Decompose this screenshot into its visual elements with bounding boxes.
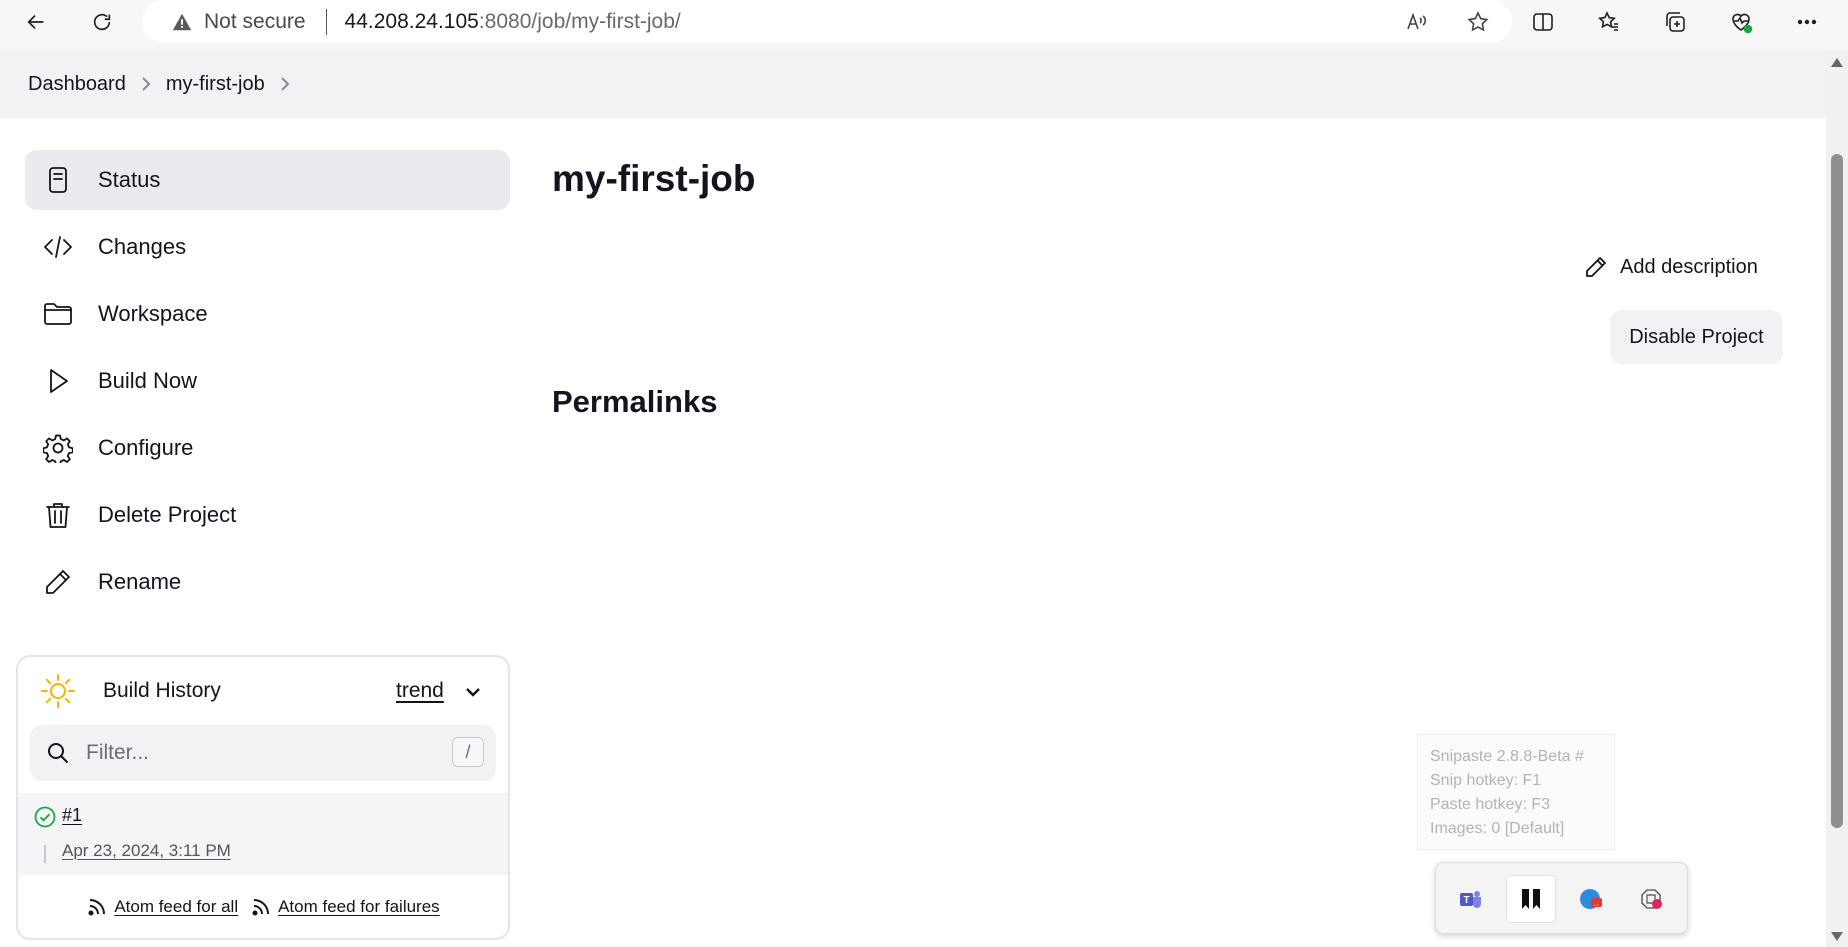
star-icon[interactable] [1466, 10, 1490, 34]
build-row: #1 Apr 23, 2024, 3:11 PM [18, 793, 508, 875]
trash-icon [43, 500, 73, 530]
sidebar-item-status[interactable]: Status [25, 150, 510, 210]
add-description-label: Add description [1620, 255, 1758, 278]
sidebar-item-rename[interactable]: Rename [25, 552, 510, 612]
browser-toolbar: Not secure 44.208.24.105:8080/job/my-fir… [0, 0, 1848, 43]
sidebar-item-label: Configure [98, 435, 194, 460]
build-history-card: Build History trend / #1 Apr 23, 2024, 3… [16, 655, 510, 940]
page-title: my-first-job [552, 158, 756, 199]
refresh-icon [93, 13, 111, 31]
scroll-up-arrow[interactable] [1831, 58, 1843, 67]
scrollbar[interactable] [1826, 50, 1848, 947]
keyboard-shortcut-badge: / [452, 737, 484, 767]
gear-icon [43, 433, 73, 463]
url-path[interactable]: :8080/job/my-first-job/ [479, 10, 681, 34]
sidebar-item-label: Changes [98, 234, 187, 259]
build-history-title: Build History [103, 679, 221, 702]
chevron-right-icon[interactable] [265, 76, 305, 92]
teams-tray-icon[interactable]: T [1446, 875, 1496, 923]
sidebar-item-build-now[interactable]: Build Now [25, 351, 510, 411]
atom-feed-failures-label: Atom feed for failures [278, 897, 440, 916]
tooltip-line: Images: 0 [Default] [1430, 820, 1565, 837]
warning-icon [170, 10, 194, 34]
snipaste-tooltip: Snipaste 2.8.8-Beta # Snip hotkey: F1 Pa… [1417, 734, 1615, 850]
pencil-icon [1586, 257, 1606, 277]
tooltip-line: Snipaste 2.8.8-Beta # [1430, 748, 1584, 765]
build-number-link[interactable]: #1 [62, 805, 82, 826]
favorites-icon [1598, 10, 1618, 31]
favorites-button[interactable] [1596, 9, 1622, 35]
sidebar-item-workspace[interactable]: Workspace [25, 284, 510, 344]
address-divider [325, 8, 327, 35]
snipaste-tray-icon[interactable] [1506, 875, 1556, 923]
atom-feed-failures-link[interactable]: Atom feed for failures [250, 896, 440, 918]
chevron-down-icon[interactable] [462, 681, 484, 703]
success-check-icon [34, 806, 56, 828]
add-description-button[interactable]: Add description [1584, 255, 1758, 279]
not-secure-label[interactable]: Not secure [204, 10, 306, 34]
sidebar-item-label: Workspace [98, 301, 208, 326]
disable-project-button[interactable]: Disable Project [1610, 310, 1783, 364]
split-screen-button[interactable] [1530, 9, 1556, 35]
trend-link[interactable]: trend [396, 679, 444, 703]
collections-icon [1666, 11, 1685, 32]
scroll-down-arrow[interactable] [1831, 932, 1843, 941]
chevron-right-icon[interactable] [126, 76, 166, 92]
atom-feed-all-link[interactable]: Atom feed for all [86, 896, 238, 918]
sidebar-item-changes[interactable]: Changes [25, 217, 510, 277]
svg-text:…: … [1593, 901, 1600, 908]
more-menu-button[interactable] [1794, 9, 1820, 35]
address-bar[interactable]: Not secure 44.208.24.105:8080/job/my-fir… [142, 0, 1512, 43]
collections-button[interactable] [1662, 9, 1688, 35]
copilot-tray-icon[interactable] [1626, 875, 1676, 923]
browser-essentials-button[interactable] [1728, 9, 1754, 35]
split-screen-icon [1533, 12, 1553, 31]
sidebar-item-label: Status [98, 167, 161, 192]
sidebar-item-label: Delete Project [98, 502, 237, 527]
sidebar-item-delete-project[interactable]: Delete Project [25, 485, 510, 545]
breadcrumb: Dashboard my-first-job [0, 50, 1826, 118]
filter-input[interactable] [86, 735, 426, 771]
heart-pulse-icon [1732, 13, 1753, 33]
refresh-button[interactable] [84, 4, 120, 40]
url-host[interactable]: 44.208.24.105 [345, 10, 479, 34]
read-aloud-icon[interactable] [1404, 10, 1428, 34]
sidebar-item-configure[interactable]: Configure [25, 418, 510, 478]
atom-feed-all-label: Atom feed for all [114, 897, 239, 916]
breadcrumb-dashboard[interactable]: Dashboard [28, 73, 126, 96]
rss-icon [88, 899, 106, 916]
code-icon [43, 232, 73, 262]
tooltip-line: Snip hotkey: F1 [1430, 772, 1542, 789]
app-tray-icon[interactable]: … [1566, 875, 1616, 923]
breadcrumb-job[interactable]: my-first-job [166, 73, 265, 96]
search-icon [46, 741, 70, 765]
permalinks-heading: Permalinks [552, 384, 718, 419]
back-button[interactable] [18, 4, 54, 40]
play-icon [43, 366, 73, 396]
tooltip-line: Paste hotkey: F3 [1430, 796, 1551, 813]
sidebar-item-label: Rename [98, 569, 182, 594]
side-panel: Status Changes Workspace Build Now Confi… [25, 150, 510, 619]
scroll-thumb[interactable] [1831, 154, 1843, 828]
arrow-left-icon [27, 14, 44, 30]
pencil-icon [43, 567, 73, 597]
status-icon [43, 165, 73, 195]
system-tray-overflow: T … [1435, 862, 1688, 934]
more-dots-icon [1797, 19, 1817, 24]
sun-icon [40, 673, 76, 709]
sidebar-item-label: Build Now [98, 368, 198, 393]
svg-text:T: T [1463, 895, 1469, 906]
divider [44, 845, 46, 863]
build-filter: / [30, 725, 496, 781]
build-date-link[interactable]: Apr 23, 2024, 3:11 PM [62, 841, 231, 861]
atom-feeds: Atom feed for all Atom feed for failures [18, 887, 508, 927]
folder-icon [43, 299, 73, 329]
rss-icon [252, 899, 270, 916]
